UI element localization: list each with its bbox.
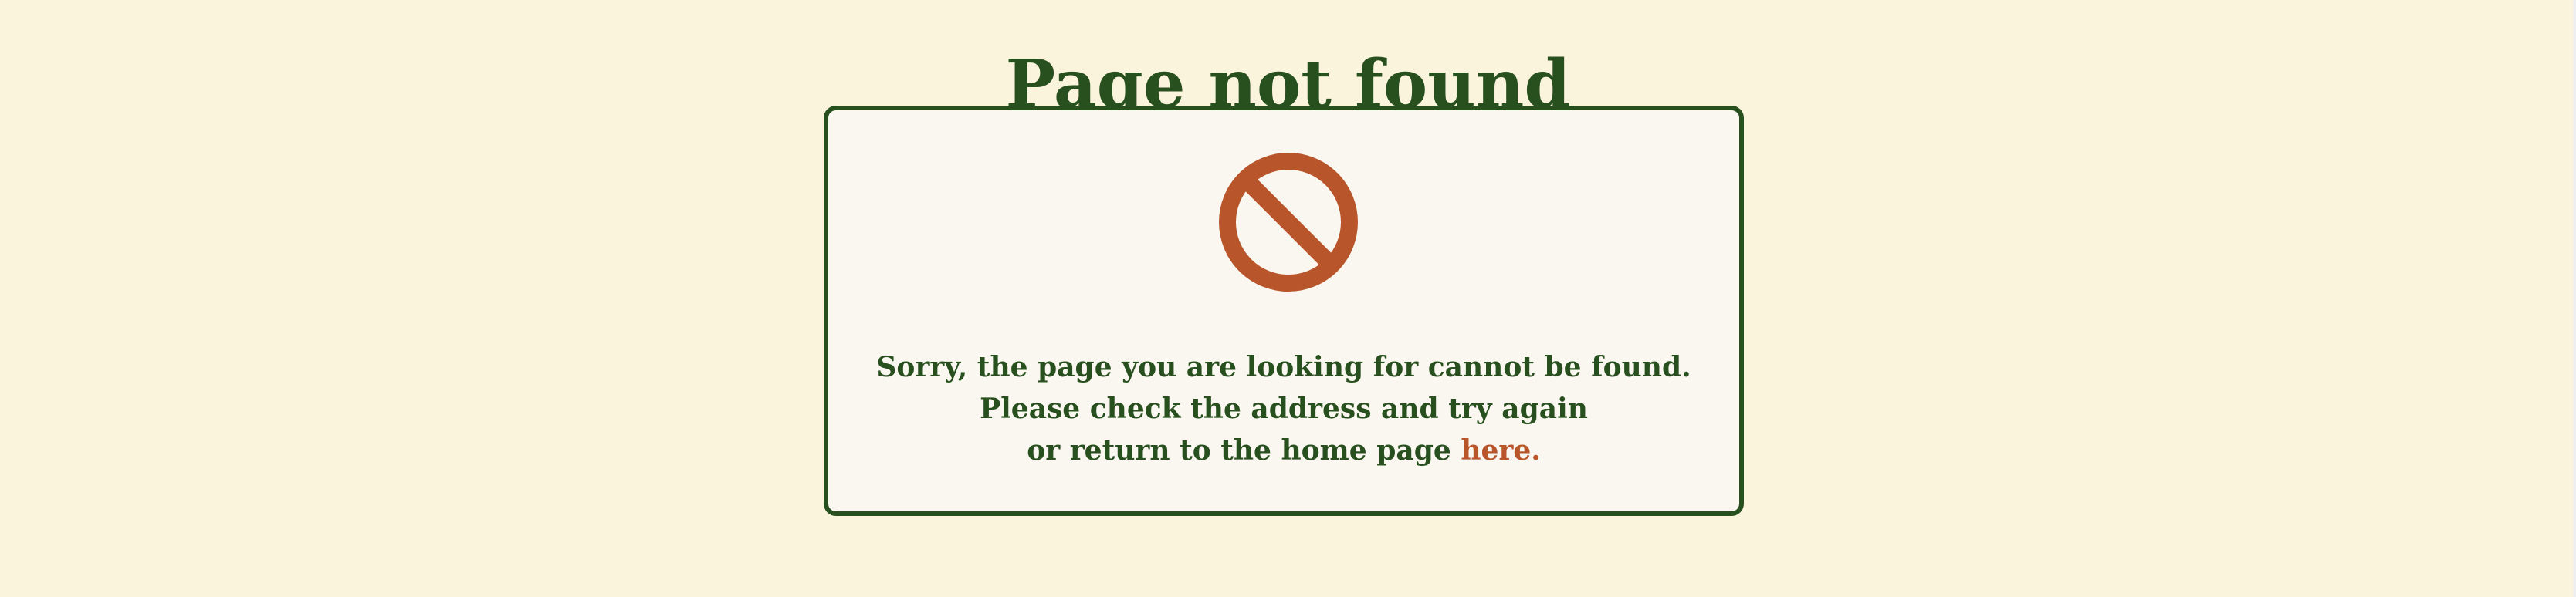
message-line-1: Sorry, the page you are looking for cann… (876, 351, 1691, 383)
message-line-3-text: or return to the home page (1027, 434, 1451, 467)
message-line-2: Please check the address and try again (980, 393, 1588, 425)
prohibited-icon (1218, 152, 1359, 292)
not-found-card: Sorry, the page you are looking for cann… (824, 106, 1744, 516)
home-page-link[interactable]: here. (1461, 434, 1540, 467)
not-found-message: Sorry, the page you are looking for cann… (828, 346, 1739, 471)
message-line-3: or return to the home page here. (828, 430, 1739, 471)
